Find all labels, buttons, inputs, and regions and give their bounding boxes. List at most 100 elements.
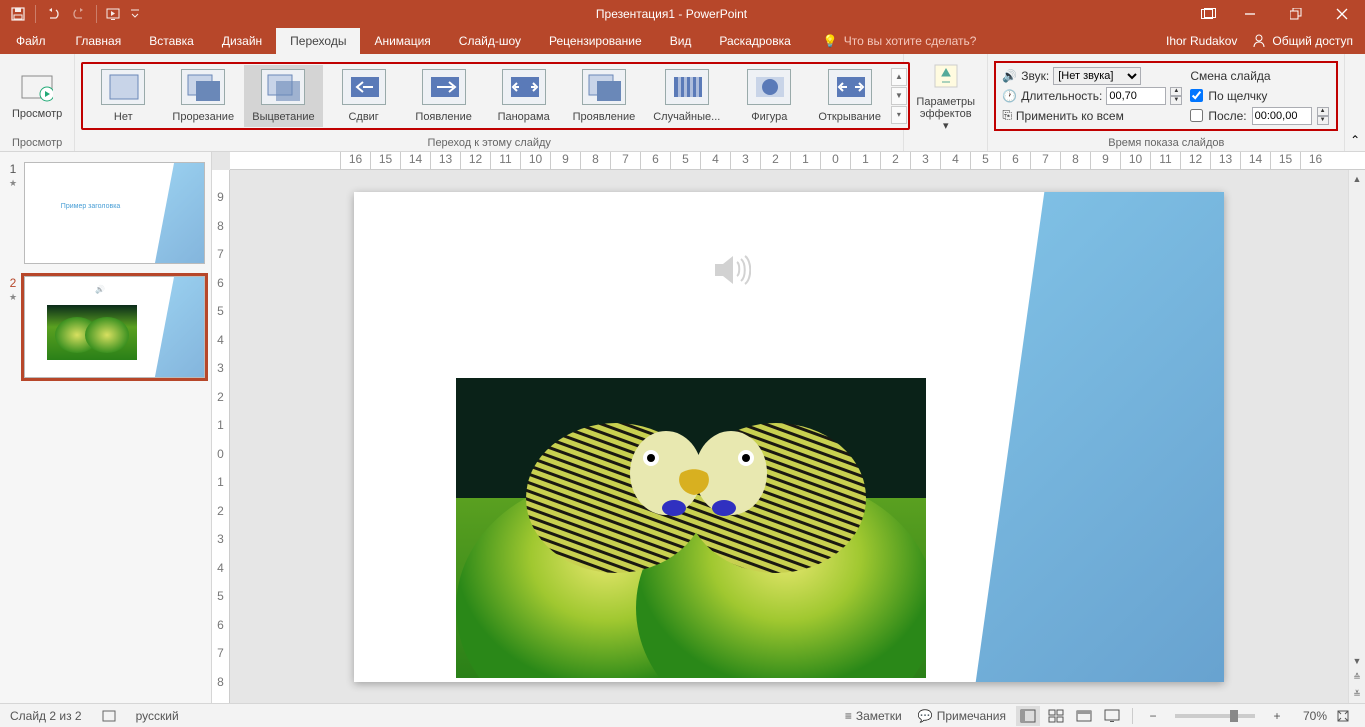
transition-выцветание[interactable]: Выцветание: [244, 65, 322, 127]
ribbon-tabs: Файл Главная Вставка Дизайн Переходы Ани…: [0, 28, 1365, 54]
collapse-ribbon-button[interactable]: ⌃: [1345, 54, 1365, 151]
transition-label: Выцветание: [252, 111, 314, 123]
preview-icon: [21, 72, 53, 104]
transition-появление[interactable]: Появление: [405, 65, 483, 127]
vertical-ruler[interactable]: 987654321012345678: [212, 170, 230, 703]
ribbon-display-options-button[interactable]: [1195, 6, 1219, 22]
group-preview: Просмотр Просмотр: [0, 54, 75, 151]
preview-button[interactable]: Просмотр: [6, 69, 68, 123]
vertical-scrollbar[interactable]: ▲ ▼ ≙ ≚: [1348, 170, 1365, 703]
transition-thumb: [181, 69, 225, 105]
bulb-icon: 💡: [823, 34, 838, 48]
spell-icon: [102, 709, 116, 723]
zoom-slider[interactable]: [1175, 714, 1255, 718]
zoom-in-button[interactable]: +: [1265, 706, 1289, 726]
group-effect-options: Параметрыэффектов ▾: [904, 54, 988, 151]
transition-прорезание[interactable]: Прорезание: [164, 65, 242, 127]
tab-storyboard[interactable]: Раскадровка: [705, 28, 804, 54]
document-title: Презентация1 - PowerPoint: [148, 7, 1195, 21]
apply-all-icon: ⎘: [1002, 108, 1012, 123]
slide-image[interactable]: [456, 378, 926, 678]
tab-transitions[interactable]: Переходы: [276, 28, 360, 54]
slide-thumb-2[interactable]: 2★ 🔊: [6, 276, 205, 378]
tab-insert[interactable]: Вставка: [135, 28, 208, 54]
effect-options-button[interactable]: Параметрыэффектов ▾: [910, 57, 981, 135]
slideshow-view-button[interactable]: [1100, 706, 1124, 726]
tab-slideshow[interactable]: Слайд-шоу: [445, 28, 535, 54]
save-button[interactable]: [6, 2, 30, 26]
transition-фигура[interactable]: Фигура: [730, 65, 808, 127]
duration-spinner[interactable]: ▲▼: [1170, 87, 1182, 105]
apply-all-button[interactable]: ⎘Применить ко всем: [1002, 107, 1182, 125]
transition-открывание[interactable]: Открывание: [810, 65, 889, 127]
slide-number: 2: [10, 276, 17, 290]
notes-button[interactable]: ≡Заметки: [839, 707, 908, 725]
transition-label: Панорама: [498, 111, 550, 123]
transition-панорама[interactable]: Панорама: [485, 65, 563, 127]
transition-thumb: [747, 69, 791, 105]
next-slide-button[interactable]: ≚: [1349, 686, 1365, 703]
slide-decoration: [924, 192, 1224, 682]
notes-icon: ≡: [845, 709, 852, 723]
slide-thumbnails-panel[interactable]: 1★ Пример заголовка 2★ 🔊: [0, 152, 212, 703]
comments-button[interactable]: 💬Примечания: [912, 707, 1012, 725]
current-slide[interactable]: [354, 192, 1224, 682]
transition-thumb: [502, 69, 546, 105]
comments-icon: 💬: [918, 709, 933, 723]
transitions-gallery: НетПрорезание Выцветание Сдвиг Появление Пан…: [81, 62, 910, 130]
scroll-track[interactable]: [1349, 187, 1365, 652]
clock-icon: 🕐: [1002, 89, 1017, 103]
transition-случайные...[interactable]: Случайные...: [645, 65, 728, 127]
restore-button[interactable]: [1273, 0, 1319, 28]
duration-input[interactable]: [1106, 87, 1166, 105]
sound-select[interactable]: [Нет звука]: [1053, 67, 1141, 85]
tab-view[interactable]: Вид: [656, 28, 706, 54]
audio-icon[interactable]: [709, 252, 751, 288]
undo-button[interactable]: [41, 2, 65, 26]
zoom-slider-thumb[interactable]: [1230, 710, 1238, 722]
slide-canvas[interactable]: [230, 170, 1348, 703]
share-button[interactable]: Общий доступ: [1251, 33, 1353, 49]
transition-label: Случайные...: [653, 111, 720, 123]
previous-slide-button[interactable]: ≙: [1349, 669, 1365, 686]
transition-label: Сдвиг: [348, 111, 378, 123]
language-indicator[interactable]: русский: [136, 709, 179, 723]
after-spinner[interactable]: ▲▼: [1317, 107, 1329, 125]
tab-home[interactable]: Главная: [62, 28, 136, 54]
share-label: Общий доступ: [1272, 34, 1353, 48]
reading-view-button[interactable]: [1072, 706, 1096, 726]
transition-thumb: [342, 69, 386, 105]
tell-me-search[interactable]: 💡 Что вы хотите сделать?: [805, 28, 1154, 54]
preview-label: Просмотр: [12, 108, 62, 120]
tab-review[interactable]: Рецензирование: [535, 28, 656, 54]
after-input[interactable]: [1252, 107, 1312, 125]
after-checkbox[interactable]: [1190, 109, 1203, 122]
separator: [1132, 708, 1133, 724]
slide-counter[interactable]: Слайд 2 из 2: [10, 709, 82, 723]
transition-проявление[interactable]: Проявление: [565, 65, 644, 127]
user-name[interactable]: Ihor Rudakov: [1166, 34, 1237, 48]
redo-button[interactable]: [67, 2, 91, 26]
on-click-checkbox[interactable]: [1190, 89, 1203, 102]
scroll-down-button[interactable]: ▼: [1349, 652, 1365, 669]
title-bar: Презентация1 - PowerPoint: [0, 0, 1365, 28]
transition-сдвиг[interactable]: Сдвиг: [325, 65, 403, 127]
scroll-up-button[interactable]: ▲: [1349, 170, 1365, 187]
qat-more-button[interactable]: [128, 2, 142, 26]
slide-thumb-1[interactable]: 1★ Пример заголовка: [6, 162, 205, 264]
horizontal-ruler[interactable]: 1615141312111098765432101234567891011121…: [230, 152, 1365, 170]
zoom-level[interactable]: 70%: [1293, 709, 1327, 723]
tab-animations[interactable]: Анимация: [360, 28, 444, 54]
close-button[interactable]: [1319, 0, 1365, 28]
transition-нет[interactable]: Нет: [84, 65, 162, 127]
normal-view-button[interactable]: [1016, 706, 1040, 726]
minimize-button[interactable]: [1227, 0, 1273, 28]
slideshow-from-start-button[interactable]: [102, 2, 126, 26]
group-preview-label: Просмотр: [6, 135, 68, 151]
zoom-out-button[interactable]: −: [1141, 706, 1165, 726]
slide-sorter-button[interactable]: [1044, 706, 1068, 726]
tab-design[interactable]: Дизайн: [208, 28, 276, 54]
spell-check-button[interactable]: [96, 707, 122, 725]
fit-to-window-button[interactable]: [1331, 706, 1355, 726]
tab-file[interactable]: Файл: [0, 28, 62, 54]
